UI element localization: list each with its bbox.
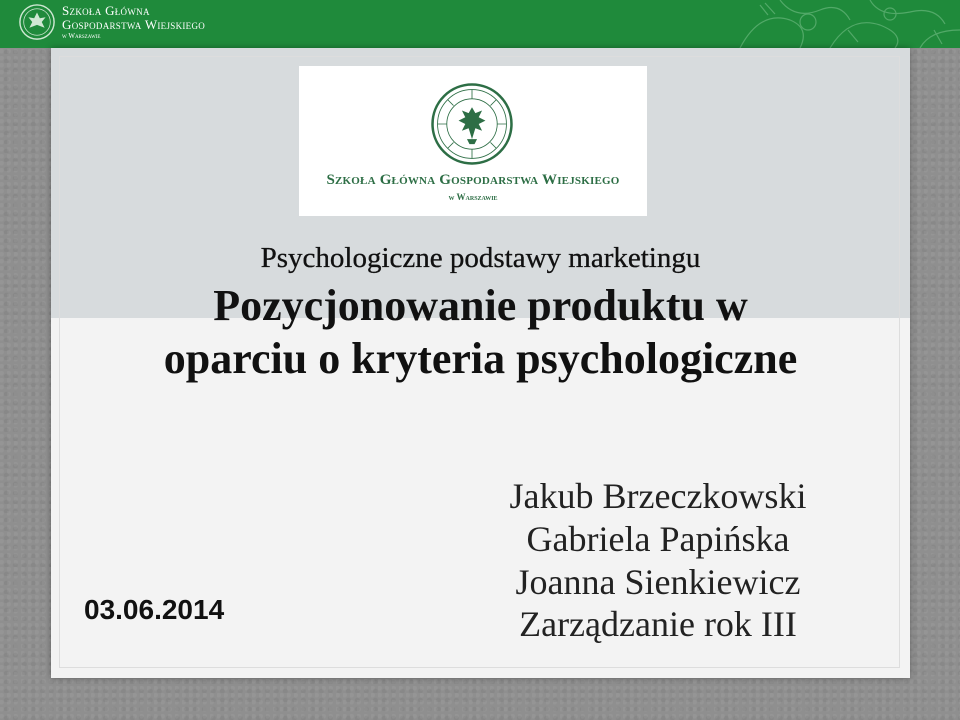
presentation-title-line2: oparciu o kryteria psychologiczne	[163, 333, 798, 383]
slide-stage: Szkoła Główna Gospodarstwa Wiejskiego w …	[0, 0, 960, 720]
decorative-pattern-icon	[739, 0, 960, 48]
header-institution-line1: Szkoła Główna	[62, 3, 150, 18]
header-banner: Szkoła Główna Gospodarstwa Wiejskiego w …	[0, 0, 960, 48]
course-year: Zarządzanie rok III	[519, 604, 797, 645]
university-emblem-icon	[431, 83, 513, 165]
header-institution-line3: w Warszawie	[62, 32, 101, 40]
presentation-date: 03.06.2014	[84, 594, 225, 625]
university-seal-icon	[19, 4, 55, 40]
author-name: Gabriela Papińska	[526, 518, 790, 559]
presentation-subtitle: Psychologiczne podstawy marketingu	[260, 242, 701, 274]
presentation-title-line1: Pozycjonowanie produktu w	[213, 281, 748, 330]
logo-university-name: Szkoła Główna Gospodarstwa Wiejskiego	[326, 172, 620, 188]
authors-list: Jakub Brzeczkowski Gabriela Papińska Joa…	[451, 475, 865, 646]
presentation-title: Pozycjonowanie produktu w oparciu o kryt…	[51, 280, 910, 386]
author-name: Jakub Brzeczkowski	[509, 476, 807, 516]
header-institution-name: Szkoła Główna Gospodarstwa Wiejskiego w …	[62, 4, 205, 40]
university-logo: Szkoła Główna Gospodarstwa Wiejskiego w …	[299, 66, 647, 216]
header-institution-line2: Gospodarstwa Wiejskiego	[62, 17, 206, 32]
logo-university-city: w Warszawie	[448, 192, 498, 202]
title-slide: Szkoła Główna Gospodarstwa Wiejskiego w …	[51, 48, 910, 678]
author-name: Joanna Sienkiewicz	[515, 561, 801, 602]
